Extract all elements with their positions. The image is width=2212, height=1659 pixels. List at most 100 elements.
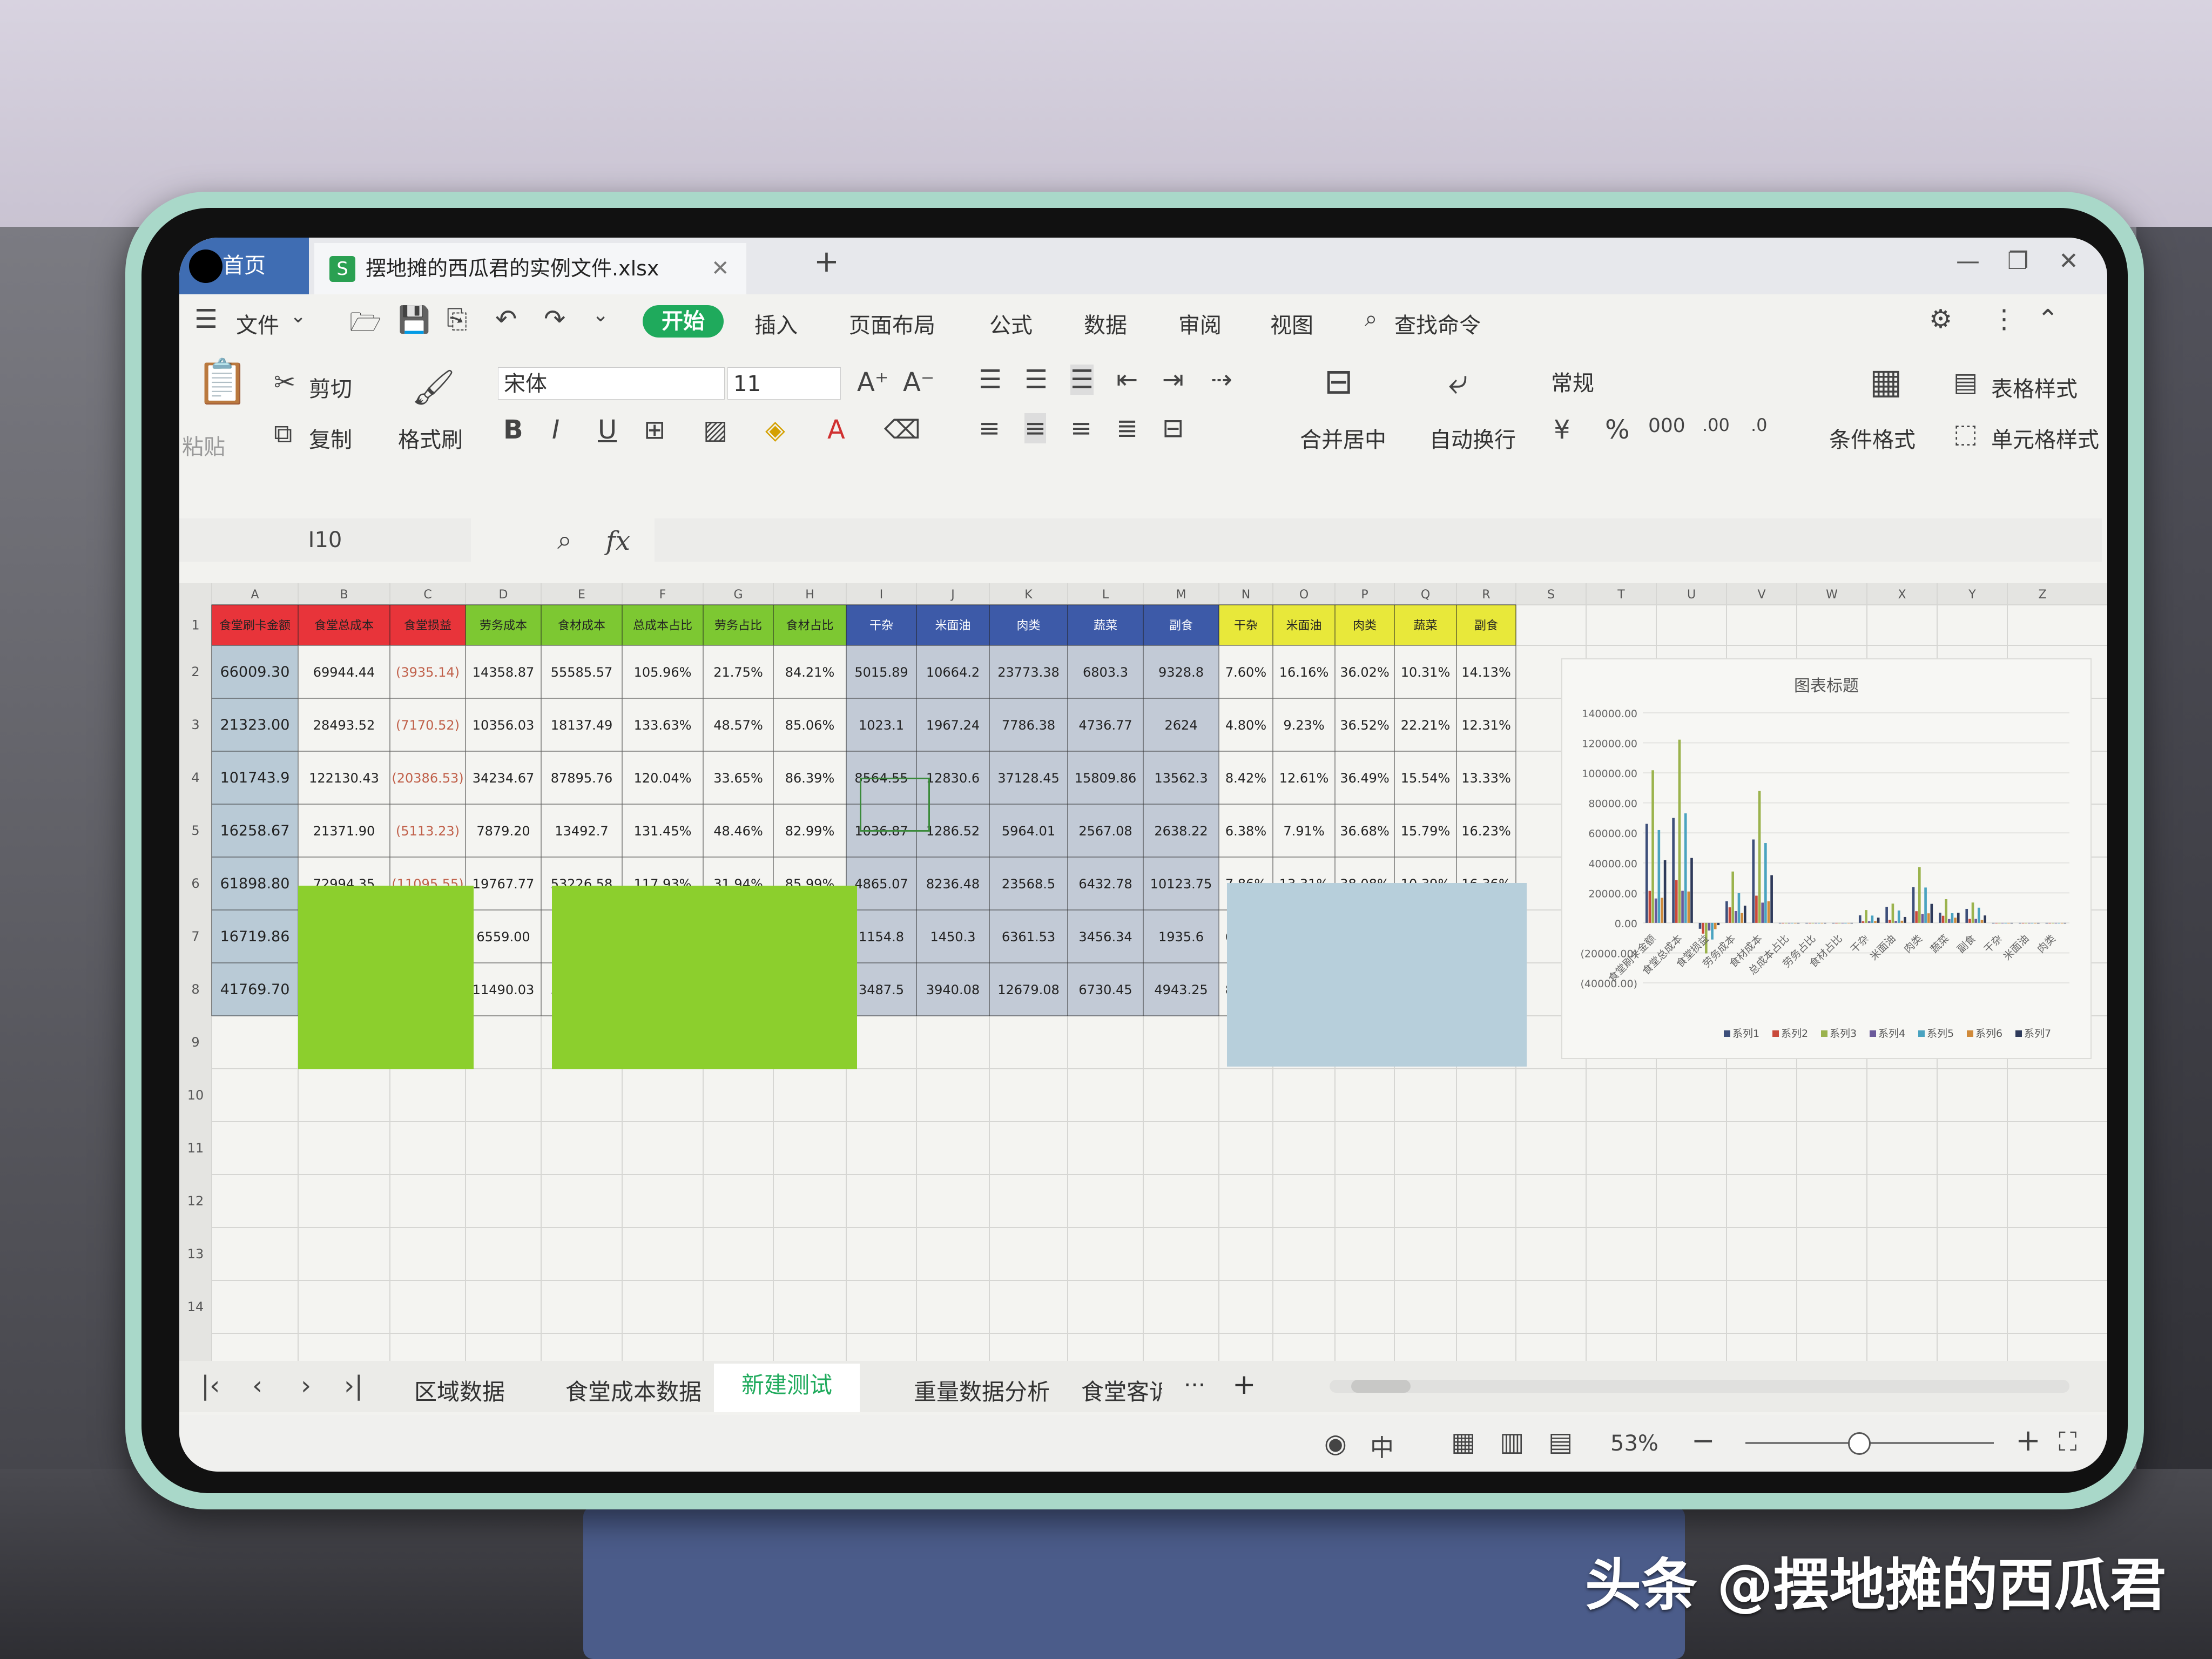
add-sheet-button[interactable]: + <box>1232 1368 1256 1401</box>
cut-button[interactable]: 剪切 <box>309 372 352 403</box>
last-sheet-icon[interactable]: ›| <box>344 1371 363 1401</box>
currency-icon[interactable]: ¥ <box>1554 415 1570 445</box>
collapse-ribbon-icon[interactable]: ⌃ <box>2037 304 2059 334</box>
menu-review[interactable]: 审阅 <box>1178 308 1222 339</box>
gear-icon[interactable]: ⚙ <box>1929 304 1952 334</box>
chevron-down-icon[interactable]: ⌄ <box>290 305 306 327</box>
blue-shape[interactable] <box>1227 883 1527 1067</box>
format-painter-icon[interactable]: 🖌 <box>412 367 455 408</box>
table-style-icon[interactable]: ▤ <box>1953 367 1978 397</box>
menu-page-layout[interactable]: 页面布局 <box>849 308 935 339</box>
green-shape-2[interactable] <box>552 886 857 1069</box>
copy-button[interactable]: 复制 <box>309 422 352 454</box>
font-shrink-icon[interactable]: A⁻ <box>903 367 934 397</box>
menu-insert[interactable]: 插入 <box>754 308 798 339</box>
font-name-select[interactable]: 宋体 <box>498 367 725 400</box>
scissors-icon[interactable]: ✂ <box>274 367 295 397</box>
increase-decimal-icon[interactable]: .00 <box>1702 415 1730 435</box>
merge-center-button[interactable]: 合并居中 <box>1300 422 1386 454</box>
page-layout-view-icon[interactable]: ▥ <box>1500 1427 1524 1457</box>
zoom-out-button[interactable]: − <box>1691 1425 1715 1457</box>
distributed-icon[interactable]: ⊟ <box>1162 413 1184 443</box>
sheet-tab-region[interactable]: 区域数据 <box>414 1374 505 1407</box>
input-method-icon[interactable]: 中 <box>1370 1428 1394 1463</box>
search-commands[interactable]: 查找命令 <box>1394 308 1481 339</box>
active-cell-i10[interactable] <box>860 778 930 832</box>
zoom-formula-icon[interactable]: ⌕ <box>557 525 572 556</box>
align-top-icon[interactable]: ☰ <box>979 365 1002 395</box>
italic-icon[interactable]: I <box>552 415 559 445</box>
more-sheets-icon[interactable]: ··· <box>1184 1372 1205 1398</box>
paste-label[interactable]: 粘贴 <box>182 429 225 461</box>
sheet-tab-complaints[interactable]: 食堂客诉 <box>1081 1374 1162 1407</box>
font-color-icon[interactable]: A <box>827 415 845 445</box>
menu-view[interactable]: 视图 <box>1270 308 1313 339</box>
name-box[interactable]: I10 <box>179 518 471 562</box>
restore-button[interactable]: ❐ <box>2007 247 2028 275</box>
wrap-text-icon[interactable]: ⤶ <box>1448 362 1468 402</box>
first-sheet-icon[interactable]: |‹ <box>201 1371 220 1401</box>
next-sheet-icon[interactable]: › <box>301 1371 311 1401</box>
prev-sheet-icon[interactable]: ‹ <box>252 1371 262 1401</box>
normal-view-icon[interactable]: ▦ <box>1451 1427 1475 1457</box>
indent-decrease-icon[interactable]: ⇤ <box>1116 365 1138 395</box>
export-icon[interactable]: ⎘ <box>447 304 467 335</box>
search-icon[interactable]: ⌕ <box>1365 305 1378 332</box>
thousands-icon[interactable]: 000 <box>1648 415 1685 437</box>
menu-file[interactable]: 文件 <box>236 308 279 339</box>
close-window-button[interactable]: ✕ <box>2059 247 2079 275</box>
text-direction-icon[interactable]: ⇢ <box>1211 365 1232 395</box>
conditional-format-icon[interactable]: ▦ <box>1870 362 1902 402</box>
merge-center-icon[interactable]: ⊟ <box>1324 362 1353 402</box>
page-break-view-icon[interactable]: ▤ <box>1548 1427 1573 1457</box>
cell-format-button[interactable]: 单元格样式 <box>1991 422 2099 454</box>
more-quick-icon[interactable]: ⌄ <box>592 304 609 326</box>
close-tab-icon[interactable]: ✕ <box>711 243 730 294</box>
formula-input[interactable] <box>655 518 2102 562</box>
file-tab[interactable]: S 摆地摊的西瓜君的实例文件.xlsx ✕ <box>314 243 746 294</box>
justify-icon[interactable]: ≣ <box>1116 413 1138 443</box>
fill-pattern-icon[interactable]: ▨ <box>703 415 727 445</box>
menu-start[interactable]: 开始 <box>643 305 724 338</box>
undo-icon[interactable]: ↶ <box>495 304 517 334</box>
conditional-format-button[interactable]: 条件格式 <box>1829 422 1916 454</box>
new-tab-button[interactable]: + <box>814 244 839 279</box>
bold-icon[interactable]: B <box>503 415 523 445</box>
align-left-icon[interactable]: ≡ <box>979 413 1000 443</box>
percent-icon[interactable]: % <box>1605 415 1630 445</box>
fullscreen-icon[interactable]: ⛶ <box>2059 1427 2077 1458</box>
redo-icon[interactable]: ↷ <box>544 304 565 334</box>
indent-increase-icon[interactable]: ⇥ <box>1162 365 1184 395</box>
font-grow-icon[interactable]: A⁺ <box>857 367 888 397</box>
sheet-tab-new-test[interactable]: 新建测试 <box>714 1364 860 1412</box>
align-middle-icon[interactable]: ☰ <box>1024 365 1048 395</box>
menu-formula[interactable]: 公式 <box>989 308 1033 339</box>
horizontal-scrollbar[interactable] <box>1330 1380 2069 1393</box>
format-painter-button[interactable]: 格式刷 <box>398 422 463 454</box>
number-format-select[interactable]: 常规 <box>1546 367 1794 400</box>
eye-protection-icon[interactable]: ◉ <box>1324 1428 1347 1459</box>
green-shape-1[interactable] <box>298 886 474 1069</box>
minimize-button[interactable]: — <box>1956 247 1980 275</box>
table-style-button[interactable]: 表格样式 <box>1991 372 2078 403</box>
more-vertical-icon[interactable]: ⋮ <box>1991 304 2017 334</box>
align-center-icon[interactable]: ≡ <box>1024 413 1047 443</box>
fill-color-icon[interactable]: ◈ <box>765 415 785 445</box>
fx-icon[interactable]: fx <box>606 526 630 556</box>
align-right-icon[interactable]: ≡ <box>1070 413 1092 443</box>
zoom-slider-knob[interactable] <box>1847 1432 1871 1455</box>
border-icon[interactable]: ⊞ <box>644 415 665 445</box>
sheet-tab-canteen-cost[interactable]: 食堂成本数据 <box>565 1374 702 1407</box>
sheet-tab-weight-analysis[interactable]: 重量数据分析 <box>914 1374 1050 1407</box>
menu-data[interactable]: 数据 <box>1084 308 1127 339</box>
hamburger-icon[interactable]: ☰ <box>194 304 218 334</box>
wrap-text-button[interactable]: 自动换行 <box>1429 422 1516 454</box>
save-icon[interactable]: 💾 <box>398 304 430 335</box>
zoom-in-button[interactable]: + <box>2015 1423 2041 1458</box>
spreadsheet-grid[interactable]: A B C D E F G H I J K L M N O P Q R S T U V W X Y Z 1 2 3 4 5 6 7 8 9 10 11 1… <box>179 583 2107 1377</box>
zoom-level[interactable]: 53% <box>1610 1431 1658 1456</box>
eraser-icon[interactable]: ⌫ <box>884 415 921 445</box>
zoom-slider[interactable] <box>1745 1432 1994 1455</box>
font-size-select[interactable]: 11 <box>727 367 841 400</box>
paste-icon[interactable]: 📋 <box>195 356 249 407</box>
